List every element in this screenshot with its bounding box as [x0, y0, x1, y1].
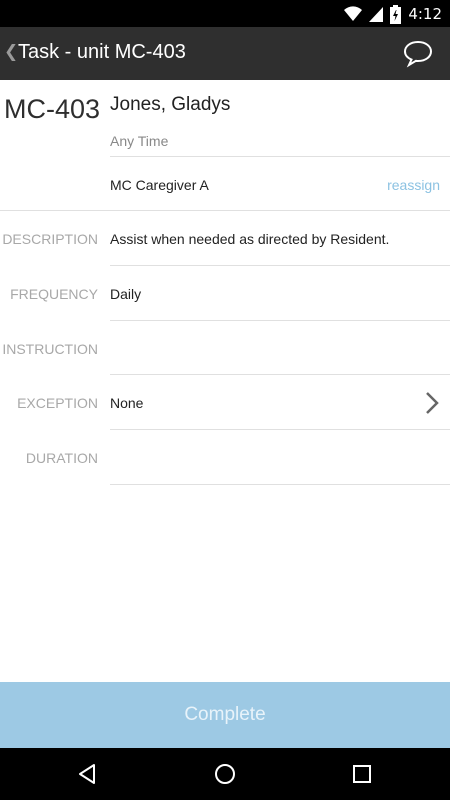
- back-triangle-icon[interactable]: [76, 762, 100, 786]
- battery-icon: [390, 4, 402, 24]
- page-title[interactable]: Task - unit MC-403: [18, 41, 186, 64]
- exception-label: EXCEPTION: [17, 395, 98, 411]
- chevron-right-icon[interactable]: [424, 391, 440, 415]
- reassign-link[interactable]: reassign: [387, 177, 440, 193]
- resident-name: Jones, Gladys: [110, 94, 231, 115]
- divider: [110, 484, 450, 485]
- frequency-label: FREQUENCY: [10, 286, 98, 302]
- divider: [110, 156, 450, 157]
- divider: [110, 265, 450, 266]
- wifi-icon: [344, 6, 363, 22]
- home-circle-icon[interactable]: [213, 762, 237, 786]
- divider: [0, 210, 450, 211]
- description-label: DESCRIPTION: [2, 231, 98, 247]
- speech-bubble-icon[interactable]: [402, 39, 434, 69]
- recents-square-icon[interactable]: [350, 762, 374, 786]
- instruction-label: INSTRUCTION: [2, 341, 98, 357]
- divider: [110, 429, 450, 430]
- frequency-value: Daily: [110, 286, 142, 302]
- status-time: 4:12: [408, 5, 442, 23]
- caregiver-name: MC Caregiver A: [110, 177, 209, 193]
- divider: [110, 320, 450, 321]
- system-nav-bar: [0, 748, 450, 800]
- action-bar: ❮ Task - unit MC-403: [0, 27, 450, 80]
- unit-code: MC-403: [4, 94, 101, 124]
- duration-label: DURATION: [25, 450, 98, 466]
- status-bar: 4:12: [0, 0, 450, 27]
- divider: [110, 374, 450, 375]
- description-value: Assist when needed as directed by Reside…: [110, 231, 390, 247]
- exception-value[interactable]: None: [110, 395, 143, 411]
- status-icons: 4:12: [344, 3, 442, 25]
- back-chevron-icon[interactable]: ❮: [4, 42, 18, 62]
- signal-icon: [369, 7, 384, 22]
- schedule-time: Any Time: [110, 133, 169, 149]
- complete-button[interactable]: Complete: [0, 682, 450, 748]
